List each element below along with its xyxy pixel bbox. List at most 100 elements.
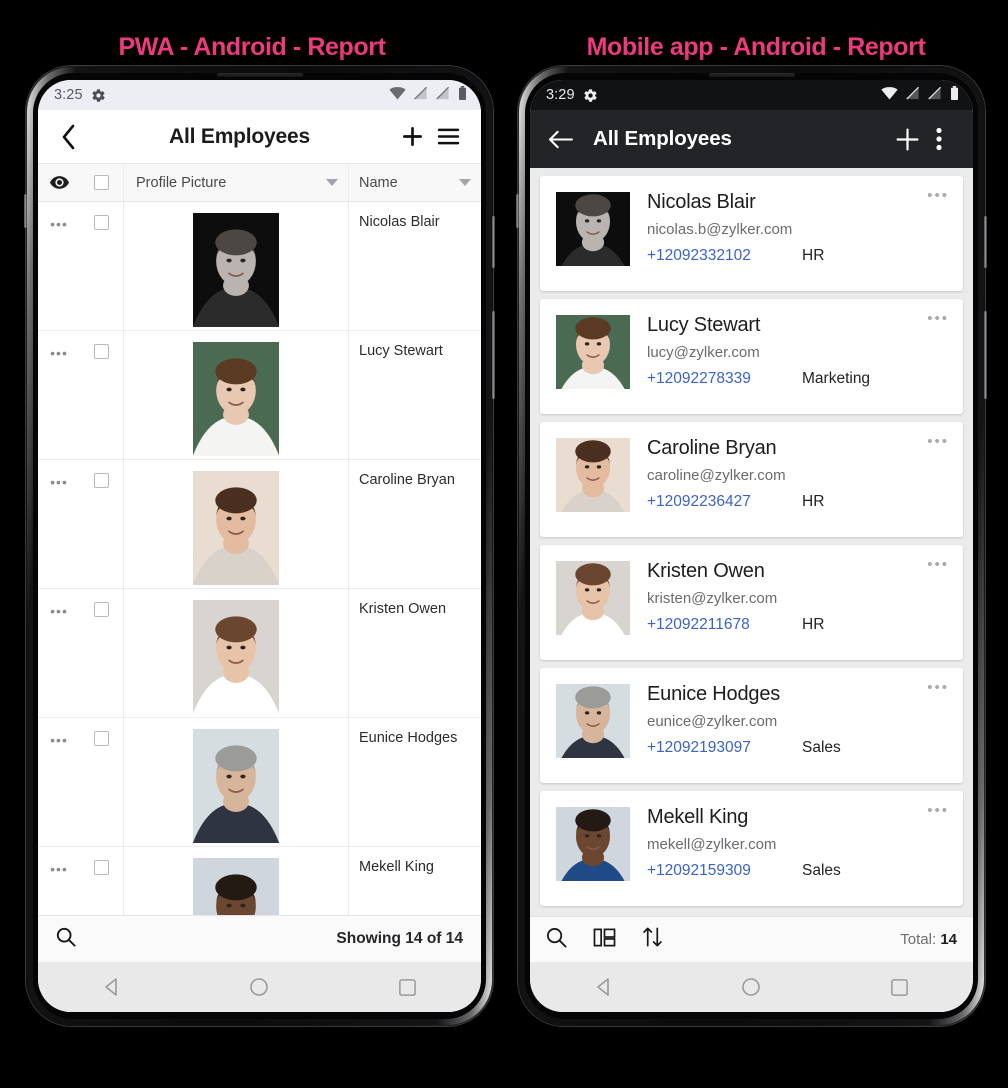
card-overflow-menu-icon[interactable]: ••• [927, 557, 949, 572]
device-button-mute[interactable] [24, 194, 27, 228]
employee-card[interactable]: Nicolas Blair nicolas.b@zylker.com +1209… [540, 176, 963, 291]
signal-off-icon [928, 86, 942, 104]
nav-back-icon[interactable] [569, 977, 639, 997]
plus-icon[interactable] [889, 127, 925, 152]
card-overflow-menu-icon[interactable]: ••• [927, 803, 949, 818]
device-button-power[interactable] [492, 216, 495, 268]
search-icon[interactable] [546, 927, 567, 953]
nav-back-icon[interactable] [77, 977, 147, 997]
select-all-checkbox[interactable] [80, 175, 123, 190]
table-header-row: Profile Picture Name [38, 164, 481, 202]
employee-phone[interactable]: +12092159309 [647, 862, 802, 880]
employee-phone[interactable]: +12092193097 [647, 739, 802, 757]
employee-phone[interactable]: +12092332102 [647, 247, 802, 265]
employee-name: Eunice Hodges [647, 683, 781, 705]
row-checkbox[interactable] [80, 460, 123, 588]
back-arrow-icon[interactable] [548, 129, 573, 150]
row-actions-icon[interactable]: ••• [38, 331, 80, 459]
avatar [193, 470, 279, 585]
card-info: Nicolas Blair nicolas.b@zylker.com +1209… [647, 190, 949, 277]
sort-arrows-icon[interactable] [642, 926, 663, 953]
plus-icon[interactable] [395, 125, 429, 148]
row-checkbox[interactable] [80, 202, 123, 330]
card-info: Kristen Owen kristen@zylker.com +1209221… [647, 559, 949, 646]
row-checkbox[interactable] [80, 847, 123, 915]
signal-off-icon [906, 86, 920, 104]
back-chevron-icon[interactable] [54, 124, 84, 150]
table-row[interactable]: ••• Nicolas Blair [38, 202, 481, 331]
android-nav-bar-native [530, 962, 973, 1012]
employee-email: eunice@zylker.com [647, 713, 778, 730]
gear-icon [91, 88, 106, 103]
row-checkbox[interactable] [80, 331, 123, 459]
row-actions-icon[interactable]: ••• [38, 460, 80, 588]
nav-recents-icon[interactable] [864, 978, 934, 997]
card-info: Caroline Bryan caroline@zylker.com +1209… [647, 436, 949, 523]
hamburger-menu-icon[interactable] [433, 127, 463, 146]
card-overflow-menu-icon[interactable]: ••• [927, 188, 949, 203]
nav-home-icon[interactable] [224, 977, 294, 997]
row-actions-icon[interactable]: ••• [38, 847, 80, 915]
device-button-mute[interactable] [516, 194, 519, 228]
caption-right-phone: Mobile app - Android - Report [586, 33, 926, 61]
avatar [556, 192, 630, 266]
status-icons-group [881, 86, 959, 104]
layout-view-icon[interactable] [593, 927, 616, 953]
chevron-down-icon[interactable] [326, 175, 338, 191]
employee-card[interactable]: Mekell King mekell@zylker.com +120921593… [540, 791, 963, 906]
device-button-power[interactable] [984, 216, 987, 268]
card-overflow-menu-icon[interactable]: ••• [927, 311, 949, 326]
employee-name: Eunice Hodges [359, 730, 458, 746]
row-actions-icon[interactable]: ••• [38, 202, 80, 330]
table-row[interactable]: ••• Lucy Stewart [38, 331, 481, 460]
employee-card[interactable]: Caroline Bryan caroline@zylker.com +1209… [540, 422, 963, 537]
search-icon[interactable] [56, 927, 76, 952]
row-profile-picture-cell [123, 589, 348, 717]
row-checkbox[interactable] [80, 589, 123, 717]
card-info: Mekell King mekell@zylker.com +120921593… [647, 805, 949, 892]
total-count-label: Total: 14 [900, 931, 957, 948]
pwa-app-header: All Employees [38, 110, 481, 164]
battery-icon [950, 86, 959, 104]
column-header-name[interactable]: Name [348, 164, 481, 201]
device-button-volume[interactable] [492, 311, 495, 399]
table-row[interactable]: ••• Caroline Bryan [38, 460, 481, 589]
card-meta-row: +12092193097 Sales [647, 739, 949, 757]
employee-name: Kristen Owen [647, 560, 765, 582]
chevron-down-icon[interactable] [459, 175, 471, 191]
status-icons-group [389, 86, 467, 104]
row-actions-icon[interactable]: ••• [38, 589, 80, 717]
status-bar-pwa: 3:25 [38, 80, 481, 110]
card-overflow-menu-icon[interactable]: ••• [927, 680, 949, 695]
kebab-menu-icon[interactable] [925, 127, 953, 151]
page-title: All Employees [593, 127, 732, 150]
column-header-profile-picture[interactable]: Profile Picture [123, 164, 348, 201]
row-profile-picture-cell [123, 718, 348, 846]
employee-card[interactable]: Lucy Stewart lucy@zylker.com +1209227833… [540, 299, 963, 414]
device-button-volume[interactable] [984, 311, 987, 399]
card-overflow-menu-icon[interactable]: ••• [927, 434, 949, 449]
nav-home-icon[interactable] [716, 977, 786, 997]
employee-card[interactable]: Eunice Hodges eunice@zylker.com +1209219… [540, 668, 963, 783]
employee-phone[interactable]: +12092278339 [647, 370, 802, 388]
screenshot-canvas: PWA - Android - Report Mobile app - Andr… [0, 0, 1008, 1088]
nav-recents-icon[interactable] [372, 978, 442, 997]
row-checkbox[interactable] [80, 718, 123, 846]
table-row[interactable]: ••• Kristen Owen [38, 589, 481, 718]
table-row[interactable]: ••• Eunice Hodges [38, 718, 481, 847]
employee-department: Sales [802, 862, 841, 879]
eye-icon[interactable] [38, 176, 80, 189]
employee-phone[interactable]: +12092236427 [647, 493, 802, 511]
pwa-application: All Employees Profile Picture Name ••• N… [38, 110, 481, 962]
status-bar-native: 3:29 [530, 80, 973, 110]
employee-name: Mekell King [647, 806, 749, 828]
signal-off-icon [436, 86, 450, 104]
row-actions-icon[interactable]: ••• [38, 718, 80, 846]
column-label: Profile Picture [136, 174, 227, 191]
employee-phone[interactable]: +12092211678 [647, 616, 802, 634]
card-meta-row: +12092159309 Sales [647, 862, 949, 880]
table-row[interactable]: ••• Mekell King [38, 847, 481, 915]
card-meta-row: +12092236427 HR [647, 493, 949, 511]
employee-card[interactable]: Kristen Owen kristen@zylker.com +1209221… [540, 545, 963, 660]
row-name-cell: Mekell King [348, 847, 481, 915]
